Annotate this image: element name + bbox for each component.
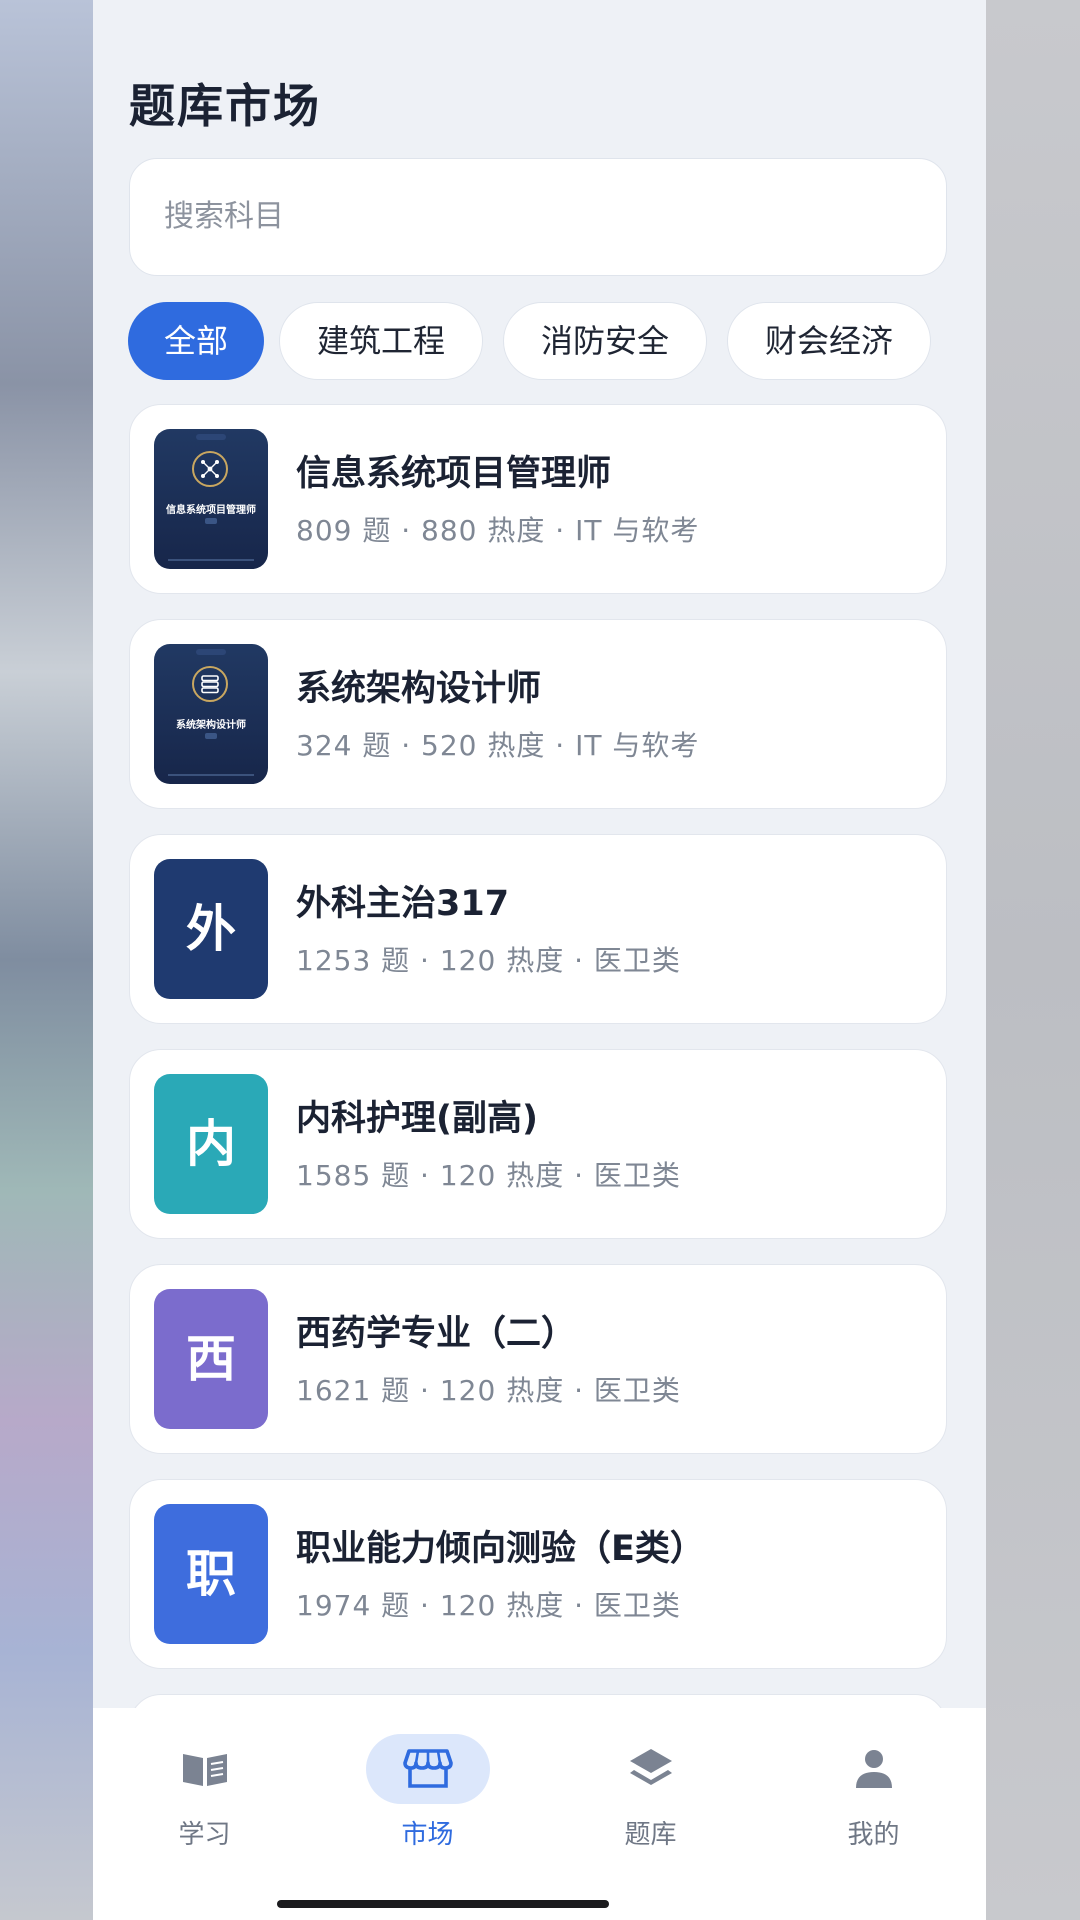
subject-card[interactable]: 信息系统项目管理师 信息系统项目管理师 809 题 · 880 热度 · IT … bbox=[129, 404, 947, 594]
subject-letter-avatar: 西 bbox=[154, 1289, 268, 1429]
subject-cover-image: 信息系统项目管理师 bbox=[154, 429, 268, 569]
tab-label: 题库 bbox=[624, 1820, 677, 1850]
subject-meta: 1585 题 · 120 热度 · 医卫类 bbox=[296, 1159, 681, 1192]
cover-tag bbox=[196, 649, 226, 655]
cover-tag bbox=[196, 434, 226, 440]
store-icon bbox=[403, 1749, 453, 1788]
database-icon bbox=[192, 666, 228, 702]
subject-card[interactable]: 西 西药学专业（二） 1621 题 · 120 热度 · 医卫类 bbox=[129, 1264, 947, 1454]
tab-label: 学习 bbox=[178, 1820, 231, 1850]
user-icon bbox=[856, 1750, 892, 1788]
subject-meta: 1974 题 · 120 热度 · 医卫类 bbox=[296, 1589, 681, 1622]
tab-profile[interactable]: 我的 bbox=[762, 1708, 985, 1858]
subject-card[interactable]: 内 内科护理(副高) 1585 题 · 120 热度 · 医卫类 bbox=[129, 1049, 947, 1239]
subject-letter-avatar: 职 bbox=[154, 1504, 268, 1644]
subject-meta: 809 题 · 880 热度 · IT 与软考 bbox=[296, 514, 700, 547]
home-indicator[interactable] bbox=[277, 1900, 609, 1908]
cover-title: 信息系统项目管理师 bbox=[166, 505, 256, 516]
tab-study[interactable]: 学习 bbox=[93, 1708, 316, 1858]
subject-meta: 324 题 · 520 热度 · IT 与软考 bbox=[296, 729, 700, 762]
tab-question-bank[interactable]: 题库 bbox=[539, 1708, 762, 1858]
subject-card[interactable]: 职 职业能力倾向测验（E类） 1974 题 · 120 热度 · 医卫类 bbox=[129, 1479, 947, 1669]
tab-label: 我的 bbox=[847, 1820, 900, 1850]
book-icon bbox=[183, 1754, 227, 1786]
cover-badge bbox=[205, 518, 217, 524]
subject-title: 系统架构设计师 bbox=[296, 669, 542, 709]
category-chip-finance[interactable]: 财会经济 bbox=[727, 302, 931, 380]
blurred-background-right bbox=[986, 0, 1080, 1920]
layers-icon bbox=[630, 1749, 672, 1785]
subject-card[interactable]: 系统架构设计师 系统架构设计师 324 题 · 520 热度 · IT 与软考 bbox=[129, 619, 947, 809]
page-title: 题库市场 bbox=[129, 79, 321, 133]
subject-title: 内科护理(副高) bbox=[296, 1099, 538, 1139]
network-icon bbox=[192, 451, 228, 487]
subject-title: 信息系统项目管理师 bbox=[296, 454, 612, 494]
search-input[interactable]: 搜索科目 bbox=[129, 158, 947, 276]
cover-footer bbox=[168, 774, 254, 776]
tab-label: 市场 bbox=[401, 1820, 454, 1850]
category-chip-construction[interactable]: 建筑工程 bbox=[279, 302, 483, 380]
subject-letter-avatar: 外 bbox=[154, 859, 268, 999]
subject-meta: 1621 题 · 120 热度 · 医卫类 bbox=[296, 1374, 681, 1407]
tab-market[interactable]: 市场 bbox=[316, 1708, 539, 1858]
cover-badge bbox=[205, 733, 217, 739]
cover-footer bbox=[168, 559, 254, 561]
subject-letter-avatar: 内 bbox=[154, 1074, 268, 1214]
subject-meta: 1253 题 · 120 热度 · 医卫类 bbox=[296, 944, 681, 977]
blurred-background-left bbox=[0, 0, 93, 1920]
category-chip-fire-safety[interactable]: 消防安全 bbox=[503, 302, 707, 380]
subject-title: 西药学专业（二） bbox=[296, 1314, 577, 1354]
category-chip-all[interactable]: 全部 bbox=[128, 302, 264, 380]
app-screen: 题库市场 搜索科目 全部 建筑工程 消防安全 财会经济 信息系统项目管理师 信息… bbox=[93, 0, 986, 1920]
subject-cover-image: 系统架构设计师 bbox=[154, 644, 268, 784]
subject-title: 外科主治317 bbox=[296, 884, 510, 924]
subject-card[interactable]: 外 外科主治317 1253 题 · 120 热度 · 医卫类 bbox=[129, 834, 947, 1024]
cover-title: 系统架构设计师 bbox=[176, 720, 246, 731]
subject-title: 职业能力倾向测验（E类） bbox=[296, 1529, 705, 1569]
bottom-tab-bar: 学习 市场 题库 我的 bbox=[93, 1708, 986, 1920]
